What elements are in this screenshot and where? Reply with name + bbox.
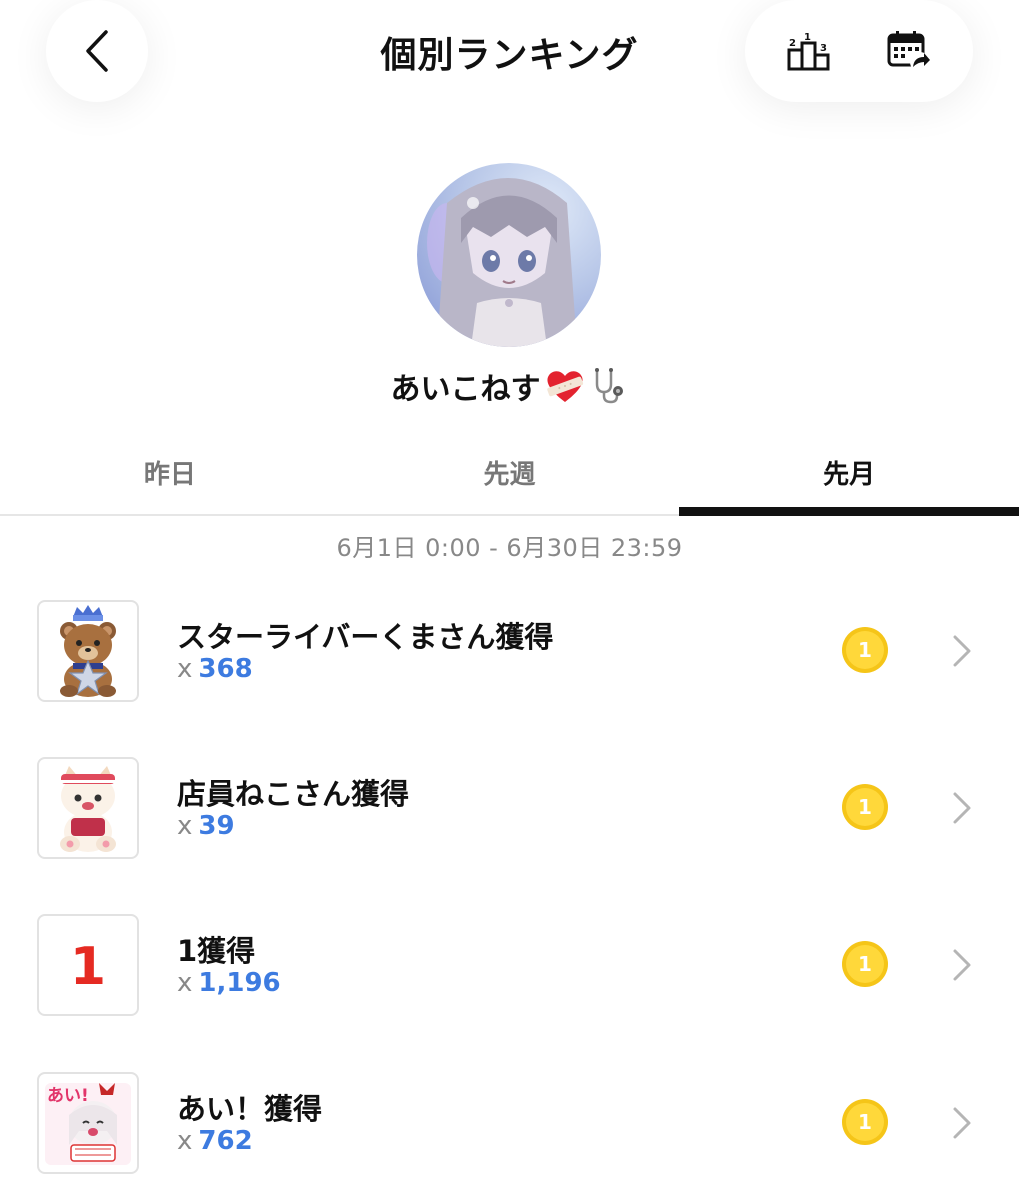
svg-text:1: 1 <box>804 32 811 43</box>
item-count: x 1,196 <box>177 968 281 998</box>
clerk-cat-icon <box>37 757 139 859</box>
tab-yesterday[interactable]: 昨日 <box>0 430 340 514</box>
crowned-bear-icon <box>37 600 139 702</box>
item-count: x 39 <box>177 811 235 841</box>
count-value: 39 <box>198 811 235 841</box>
date-range: 6月1日 0:00 - 6月30日 23:59 <box>336 534 683 562</box>
count-prefix: x <box>177 654 193 684</box>
rank-medal-icon: 1 <box>842 627 888 673</box>
chevron-right-icon <box>953 1107 971 1139</box>
count-value: 1,196 <box>198 968 281 998</box>
item-count: x 368 <box>177 654 253 684</box>
rank-number: 1 <box>858 795 872 819</box>
rank-number: 1 <box>858 1110 872 1134</box>
podium-ranking-icon: 1 2 3 <box>787 32 830 71</box>
rank-medal-icon: 1 <box>842 1099 888 1145</box>
user-name: あいこねす <box>0 364 1019 408</box>
item-count: x 762 <box>177 1126 253 1156</box>
item-title: スターライバーくまさん獲得 <box>177 620 554 654</box>
rank-number: 1 <box>858 638 872 662</box>
list-item[interactable]: スターライバーくまさん獲得 x 368 1 <box>0 600 1019 720</box>
tab-last-month[interactable]: 先月 <box>679 430 1019 516</box>
rank-medal-icon: 1 <box>842 784 888 830</box>
thumb-text: あい! <box>47 1086 89 1106</box>
tab-last-week[interactable]: 先週 <box>340 430 680 514</box>
count-prefix: x <box>177 968 193 998</box>
header-actions: 1 2 3 <box>745 0 973 102</box>
list-item[interactable]: 店員ねこさん獲得 x 39 1 <box>0 757 1019 877</box>
count-value: 762 <box>198 1126 253 1156</box>
bandaged-heart-icon <box>545 368 585 404</box>
count-prefix: x <box>177 811 193 841</box>
count-prefix: x <box>177 1126 193 1156</box>
ranking-button[interactable]: 1 2 3 <box>769 11 849 91</box>
item-title: 1獲得 <box>177 934 256 968</box>
chevron-right-icon <box>953 792 971 824</box>
list-item[interactable]: 1 1獲得 x 1,196 1 <box>0 914 1019 1034</box>
stethoscope-icon <box>589 366 629 406</box>
user-name-text: あいこねす <box>390 372 541 407</box>
period-tabs: 昨日 先週 先月 <box>0 430 1019 516</box>
ai-girl-sticker-icon: あい! <box>37 1072 139 1174</box>
rank-medal-icon: 1 <box>842 941 888 987</box>
list-item[interactable]: あい! あい！獲得 x 762 1 <box>0 1072 1019 1192</box>
number-one-icon: 1 <box>37 914 139 1016</box>
avatar[interactable] <box>417 163 601 347</box>
svg-text:3: 3 <box>820 43 827 54</box>
calendar-share-icon <box>887 31 930 72</box>
thumb-text: 1 <box>70 937 106 997</box>
chevron-right-icon <box>953 635 971 667</box>
item-title: 店員ねこさん獲得 <box>177 777 410 811</box>
chevron-right-icon <box>953 949 971 981</box>
count-value: 368 <box>198 654 253 684</box>
rank-number: 1 <box>858 952 872 976</box>
svg-text:2: 2 <box>789 38 796 49</box>
calendar-share-button[interactable] <box>869 11 949 91</box>
item-title: あい！獲得 <box>177 1092 323 1126</box>
